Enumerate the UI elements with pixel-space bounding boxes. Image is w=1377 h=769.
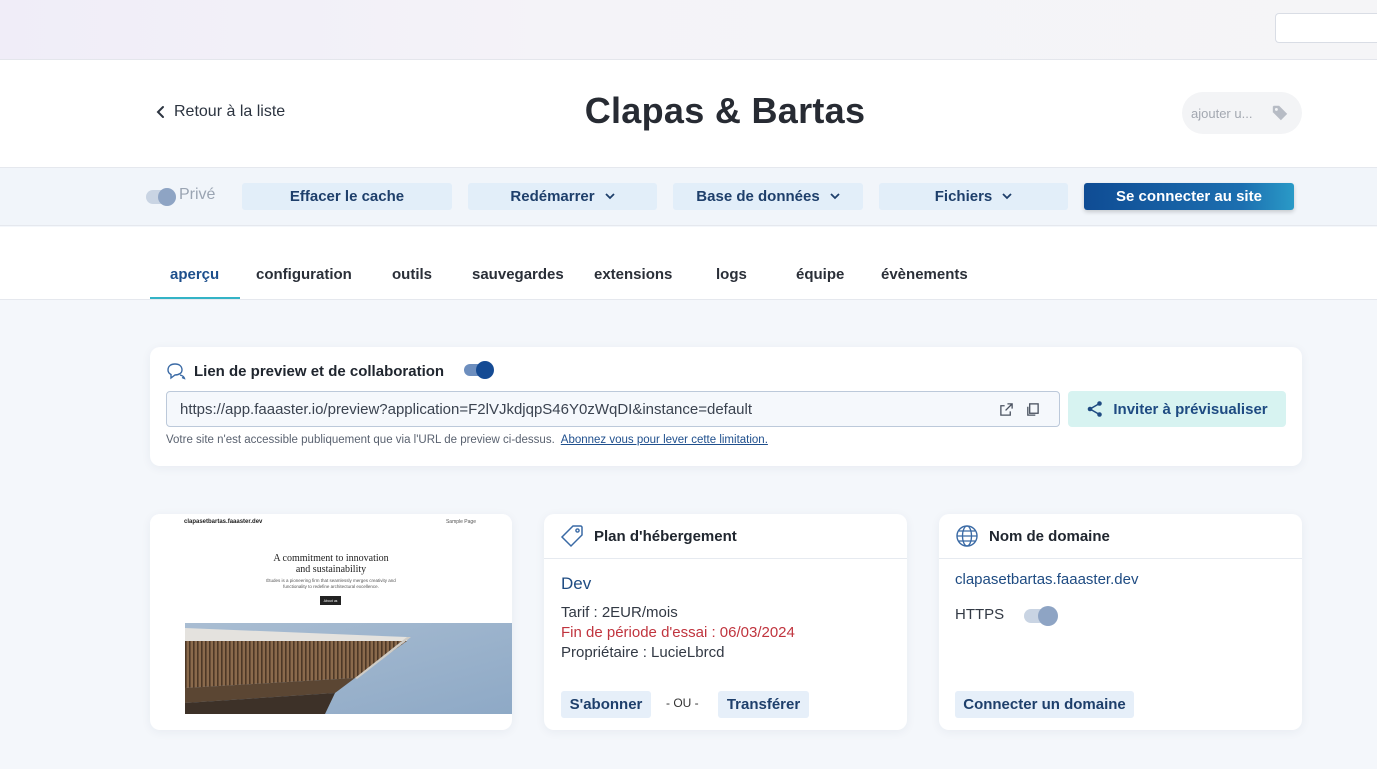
chevron-down-icon	[1002, 193, 1012, 200]
preview-note: Votre site n'est accessible publiquement…	[166, 434, 768, 446]
https-label: HTTPS	[955, 606, 1005, 623]
tab-evenements[interactable]: évènements	[881, 266, 968, 283]
preview-card: Lien de preview et de collaboration Invi…	[150, 347, 1302, 466]
plan-name: Dev	[561, 574, 592, 593]
connect-domain-button[interactable]: Connecter un domaine	[955, 691, 1134, 718]
tab-extensions[interactable]: extensions	[594, 266, 672, 283]
tab-outils[interactable]: outils	[392, 266, 432, 283]
thumbnail-button: About us	[320, 596, 341, 605]
tab-logs[interactable]: logs	[716, 266, 747, 283]
tab-configuration[interactable]: configuration	[256, 266, 352, 283]
transfer-button[interactable]: Transférer	[718, 691, 809, 718]
chevron-down-icon	[604, 193, 615, 200]
preview-url-field[interactable]	[166, 391, 1060, 427]
plan-owner: Propriétaire : LucieLbrcd	[561, 644, 725, 661]
clear-cache-label: Effacer le cache	[289, 188, 405, 205]
clear-cache-button[interactable]: Effacer le cache	[242, 183, 452, 210]
page-title: Clapas & Bartas	[584, 90, 866, 131]
hosting-plan-title: Plan d'hébergement	[594, 527, 737, 545]
domain-title: Nom de domaine	[989, 527, 1110, 545]
building-photo	[185, 623, 512, 714]
tab-equipe[interactable]: équipe	[796, 266, 844, 283]
tab-bar: aperçu configuration outils sauvegardes …	[0, 227, 1377, 300]
thumbnail-site-name: clapasetbartas.faaaster.dev	[184, 519, 263, 525]
prive-label: Privé	[179, 186, 216, 203]
domain-url[interactable]: clapasetbartas.faaaster.dev	[955, 571, 1138, 588]
active-tab-indicator	[150, 297, 240, 299]
thumbnail-headline-line-2: and sustainability	[295, 564, 367, 575]
or-separator: - OU -	[666, 696, 699, 710]
tab-sauvegardes[interactable]: sauvegardes	[472, 266, 564, 283]
hosting-plan-card: Plan d'hébergement Dev Tarif : 2EUR/mois…	[544, 514, 907, 730]
thumbnail-headline-line-1: A commitment to innovation	[273, 553, 389, 564]
hosting-plan-header: Plan d'hébergement	[544, 514, 907, 559]
preview-note-text: Votre site n'est accessible publiquement…	[166, 434, 555, 446]
site-header: Retour à la liste Clapas & Bartas ajoute…	[0, 60, 1377, 168]
preview-title: Lien de preview et de collaboration	[194, 362, 445, 380]
restart-label: Redémarrer	[510, 188, 595, 205]
preview-header: Lien de preview et de collaboration	[165, 361, 444, 381]
plan-price: Tarif : 2EUR/mois	[561, 604, 678, 621]
trial-end-date: Fin de période d'essai : 06/03/2024	[561, 624, 795, 641]
tag-input[interactable]: ajouter u...	[1182, 92, 1302, 134]
site-thumbnail: clapasetbartas.faaaster.dev Sample Page …	[150, 514, 512, 714]
invite-preview-button[interactable]: Inviter à prévisualiser	[1068, 391, 1286, 427]
chat-bubbles-icon	[167, 363, 186, 380]
site-thumbnail-card[interactable]: clapasetbartas.faaaster.dev Sample Page …	[150, 514, 512, 730]
database-button[interactable]: Base de données	[673, 183, 863, 210]
thumbnail-headline: A commitment to innovation and sustainab…	[150, 553, 512, 575]
prive-toggle[interactable]	[146, 188, 176, 206]
collaboration-toggle[interactable]	[464, 361, 494, 379]
subscribe-link[interactable]: Abonnez vous pour lever cette limitation…	[561, 434, 768, 446]
tab-apercu[interactable]: aperçu	[170, 266, 219, 283]
external-link-icon[interactable]	[999, 402, 1014, 417]
chevron-down-icon	[830, 193, 840, 200]
tag-icon	[1272, 105, 1288, 121]
restart-button[interactable]: Redémarrer	[468, 183, 657, 210]
globe-icon	[956, 525, 978, 547]
preview-url-input[interactable]	[180, 400, 980, 418]
price-tag-icon	[560, 525, 583, 548]
https-toggle[interactable]	[1024, 606, 1058, 626]
share-icon	[1088, 401, 1103, 417]
files-button[interactable]: Fichiers	[879, 183, 1068, 210]
top-bar	[0, 0, 1377, 60]
top-bar-box[interactable]	[1275, 13, 1377, 43]
thumbnail-subtext: Études is a pioneering firm that seamles…	[266, 578, 396, 589]
thumbnail-nav-item: Sample Page	[445, 519, 476, 525]
connect-site-button[interactable]: Se connecter au site	[1084, 183, 1294, 210]
invite-label: Inviter à prévisualiser	[1113, 400, 1268, 418]
subscribe-button[interactable]: S'abonner	[561, 691, 651, 718]
domain-header: Nom de domaine	[939, 514, 1302, 559]
copy-icon[interactable]	[1025, 402, 1040, 417]
tag-placeholder: ajouter u...	[1191, 105, 1253, 121]
files-label: Fichiers	[934, 188, 993, 205]
database-label: Base de données	[696, 188, 820, 205]
domain-card: Nom de domaine clapasetbartas.faaaster.d…	[939, 514, 1302, 730]
